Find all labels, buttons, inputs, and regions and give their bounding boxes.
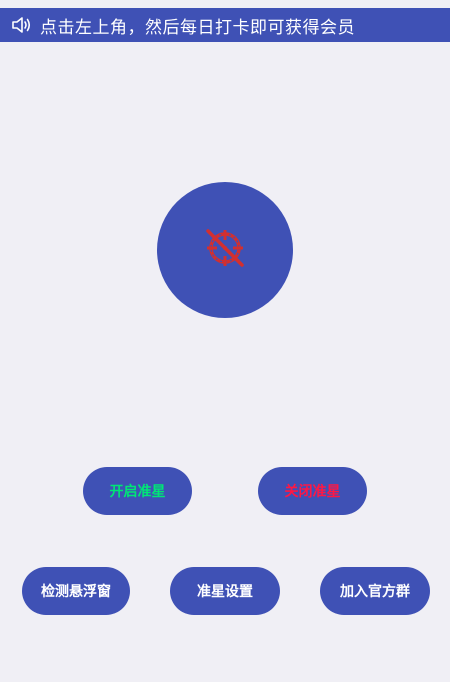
join-official-group-label: 加入官方群 (340, 584, 410, 600)
open-crosshair-button[interactable]: 开启准星 (83, 467, 192, 515)
notice-text: 点击左上角，然后每日打卡即可获得会员 (40, 17, 355, 38)
detect-overlay-label: 检测悬浮窗 (41, 584, 111, 600)
close-crosshair-label: 关闭准星 (284, 484, 341, 500)
notice-bar: 点击左上角，然后每日打卡即可获得会员 (0, 8, 450, 42)
crosshair-toggle-button[interactable] (157, 182, 293, 318)
crosshair-settings-button[interactable]: 准星设置 (170, 567, 280, 615)
crosshair-settings-label: 准星设置 (197, 584, 253, 600)
open-crosshair-label: 开启准星 (109, 484, 166, 500)
crosshair-off-icon (203, 226, 247, 274)
close-crosshair-button[interactable]: 关闭准星 (258, 467, 367, 515)
detect-overlay-button[interactable]: 检测悬浮窗 (22, 567, 130, 615)
top-divider (0, 0, 450, 8)
join-official-group-button[interactable]: 加入官方群 (320, 567, 430, 615)
speaker-icon (10, 14, 32, 36)
